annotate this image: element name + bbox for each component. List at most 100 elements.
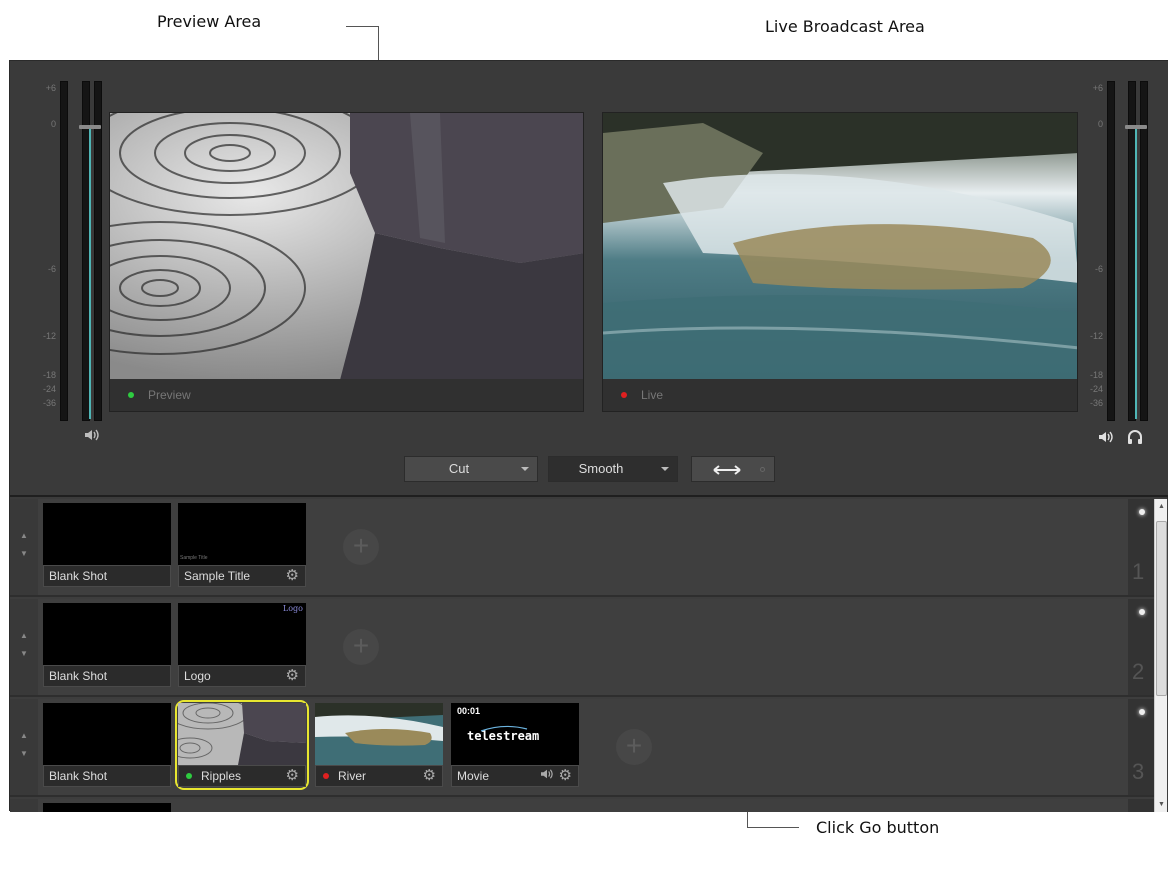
add-shot-button[interactable]: + (343, 529, 379, 565)
live-status-dot (323, 773, 329, 779)
move-down-icon[interactable]: ▼ (20, 549, 28, 558)
layer-number-panel: 3 (1128, 699, 1156, 795)
layer-number: 1 (1132, 559, 1145, 584)
layer-row-4 (10, 799, 1156, 812)
layer-number-panel: 1 (1128, 499, 1156, 595)
shot-label: Blank Shot (43, 765, 171, 787)
callout-live-area: Live Broadcast Area (765, 17, 925, 36)
logo-swoosh (480, 725, 528, 732)
thumb-text: Logo (282, 604, 303, 613)
scale-label: -6 (1094, 264, 1103, 274)
gear-icon[interactable]: ⚙ (286, 767, 299, 785)
layer-reorder: ▲ ▼ (10, 499, 38, 595)
shot-movie[interactable]: 00:01 telestream Movie ⚙ (451, 703, 579, 787)
leader-go-h (747, 827, 799, 828)
add-shot-button[interactable]: + (343, 629, 379, 665)
scale-label: 0 (1097, 119, 1103, 129)
scale-label: +6 (1092, 83, 1103, 93)
smooth-label: Smooth (578, 461, 624, 476)
go-indicator-dot (760, 467, 765, 472)
gear-icon[interactable]: ⚙ (286, 567, 299, 585)
move-down-icon[interactable]: ▼ (20, 749, 28, 758)
scroll-up-icon[interactable]: ▲ (1158, 503, 1165, 510)
shot-thumbnail (43, 803, 171, 812)
cut-transition-dropdown[interactable]: Cut (404, 456, 538, 482)
shot-label-text: Movie (457, 769, 490, 783)
scale-label: -6 (47, 264, 56, 274)
preview-status-dot (186, 773, 192, 779)
layer-row-1: ▲ ▼ Blank Shot Sample Title Sample Title… (10, 499, 1156, 597)
layer-number: 2 (1132, 659, 1145, 684)
shot-blank-1[interactable]: Blank Shot (43, 503, 171, 587)
shot-logo[interactable]: Logo Logo ⚙ (178, 603, 306, 687)
preview-label: Preview (148, 388, 191, 402)
layer-visible-indicator[interactable] (1139, 709, 1145, 715)
add-shot-button[interactable]: + (616, 729, 652, 765)
live-status-dot (621, 392, 627, 398)
live-video (603, 113, 1077, 380)
live-label-bar: Live (603, 379, 1077, 411)
shot-label: Movie ⚙ (451, 765, 579, 787)
move-up-icon[interactable]: ▲ (20, 531, 28, 540)
left-volume-level (89, 129, 91, 419)
layer-row-3: ▲ ▼ Blank Shot Ripples ⚙ River ⚙ 00:01 t… (10, 699, 1156, 797)
scale-label: -36 (1089, 398, 1103, 408)
scale-label: -18 (42, 370, 56, 380)
scrollbar-thumb[interactable] (1156, 521, 1167, 696)
scale-label: -12 (1089, 331, 1103, 341)
speaker-icon[interactable] (1098, 430, 1114, 447)
shot-thumbnail (43, 503, 171, 565)
shot-ripples[interactable]: Ripples ⚙ (175, 700, 309, 790)
shot-thumbnail (315, 703, 443, 765)
movie-timecode: 00:01 (457, 706, 481, 716)
shot-thumbnail (43, 603, 171, 665)
shot-blank-3[interactable]: Blank Shot (43, 703, 171, 787)
live-monitor[interactable]: Live (602, 112, 1078, 412)
preview-video (110, 113, 583, 380)
scale-label: -18 (1089, 370, 1103, 380)
leader-preview-h (346, 26, 378, 27)
gear-icon[interactable]: ⚙ (423, 767, 436, 785)
shot-thumbnail: Sample Title (178, 503, 306, 565)
layer-visible-indicator[interactable] (1139, 609, 1145, 615)
left-volume-fader[interactable] (79, 125, 101, 129)
layers-panel: ▲ ▼ Blank Shot Sample Title Sample Title… (10, 499, 1168, 812)
gear-icon[interactable]: ⚙ (286, 667, 299, 685)
shot-blank-2[interactable]: Blank Shot (43, 603, 171, 687)
scale-label: -24 (1089, 384, 1103, 394)
preview-monitor[interactable]: Preview (109, 112, 584, 412)
left-meter-channel-1 (60, 81, 68, 421)
cut-label: Cut (448, 461, 470, 476)
shot-thumbnail (178, 703, 306, 765)
layers-scrollbar[interactable]: ▲ ▼ (1154, 499, 1167, 812)
right-meter-channel-3 (1140, 81, 1148, 421)
move-up-icon[interactable]: ▲ (20, 731, 28, 740)
scroll-down-icon[interactable]: ▼ (1158, 801, 1165, 808)
move-up-icon[interactable]: ▲ (20, 631, 28, 640)
scale-label: 0 (50, 119, 56, 129)
left-meter-channel-3 (94, 81, 102, 421)
shot-thumbnail: Logo (178, 603, 306, 665)
layer-visible-indicator[interactable] (1139, 509, 1145, 515)
speaker-icon[interactable] (84, 428, 100, 445)
right-meter-channel-1 (1107, 81, 1115, 421)
move-down-icon[interactable]: ▼ (20, 649, 28, 658)
shot-label-text: Logo (184, 669, 211, 683)
scale-label: -24 (42, 384, 56, 394)
live-label: Live (641, 388, 664, 402)
right-volume-fader[interactable] (1125, 125, 1147, 129)
shot-label: Blank Shot (43, 665, 171, 687)
speaker-icon[interactable] (540, 767, 554, 785)
right-meter-scale: +6 0 -6 -12 -18 -24 -36 (1081, 81, 1103, 421)
go-button[interactable] (691, 456, 775, 482)
layer-number-panel: 2 (1128, 599, 1156, 695)
shot-thumbnail: 00:01 telestream (451, 703, 579, 765)
smooth-transition-dropdown[interactable]: Smooth (548, 456, 678, 482)
gear-icon[interactable]: ⚙ (559, 767, 572, 785)
shot-river[interactable]: River ⚙ (315, 703, 443, 787)
headphones-icon[interactable] (1127, 429, 1143, 448)
shot-sample-title[interactable]: Sample Title Sample Title ⚙ (178, 503, 306, 587)
layer-reorder: ▲ ▼ (10, 699, 38, 795)
layer-reorder (10, 799, 38, 812)
switcher-panel: +6 0 -6 -12 -18 -24 -36 Preview Live +6 … (10, 61, 1168, 497)
